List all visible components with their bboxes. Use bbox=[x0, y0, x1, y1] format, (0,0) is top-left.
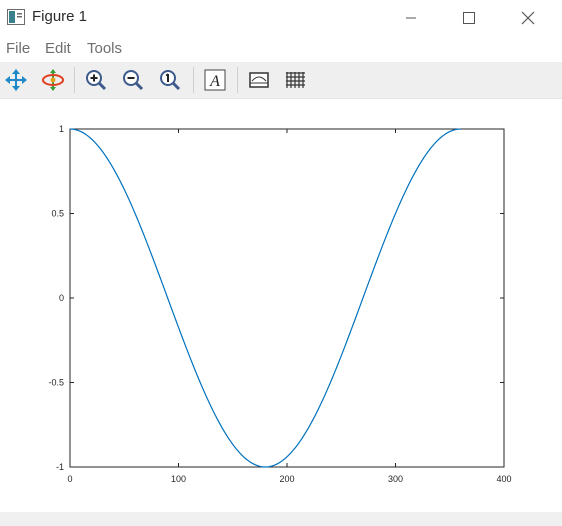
menu-tools[interactable]: Tools bbox=[87, 40, 122, 57]
axes-box bbox=[69, 128, 505, 468]
y-tick-label: 0 bbox=[59, 293, 64, 303]
rotate-button[interactable] bbox=[38, 65, 68, 95]
figure-toolbar: A bbox=[0, 62, 562, 99]
grid-icon bbox=[286, 72, 305, 88]
menu-bar: File Edit Tools bbox=[0, 37, 562, 61]
toolbar-separator bbox=[237, 67, 238, 93]
title-bar: Figure 1 bbox=[0, 0, 562, 35]
zoom-auto-button[interactable] bbox=[155, 65, 185, 95]
zoom-in-icon bbox=[86, 70, 107, 91]
axes-icon bbox=[249, 72, 269, 88]
x-tick-label: 0 bbox=[67, 474, 72, 484]
x-tick-label: 200 bbox=[279, 474, 294, 484]
rotate-icon bbox=[42, 69, 64, 91]
toggle-axes-button[interactable] bbox=[244, 65, 274, 95]
maximize-button[interactable] bbox=[446, 0, 492, 35]
x-tick-label: 300 bbox=[388, 474, 403, 484]
maximize-icon bbox=[463, 11, 475, 24]
close-button[interactable] bbox=[505, 0, 551, 35]
y-tick-label: -0.5 bbox=[48, 378, 64, 388]
menu-file[interactable]: File bbox=[6, 40, 30, 57]
minimize-icon bbox=[406, 17, 416, 18]
figure-canvas[interactable]: 0 100 200 300 400 1 0.5 0 -0.5 -1 bbox=[0, 99, 562, 512]
cosine-chart[interactable]: 0 100 200 300 400 1 0.5 0 -0.5 -1 bbox=[0, 99, 562, 512]
window-title: Figure 1 bbox=[32, 8, 88, 25]
y-tick-label: 0.5 bbox=[51, 209, 64, 219]
toolbar-separator bbox=[193, 67, 194, 93]
zoom-out-icon bbox=[123, 70, 144, 91]
insert-text-button[interactable]: A bbox=[200, 65, 230, 95]
zoom-in-button[interactable] bbox=[81, 65, 111, 95]
x-tick-label: 100 bbox=[171, 474, 186, 484]
zoom-auto-icon bbox=[160, 70, 181, 91]
y-tick-label: 1 bbox=[59, 124, 64, 134]
y-tick-label: -1 bbox=[56, 462, 64, 472]
figure-window-icon bbox=[7, 9, 25, 25]
x-tick-label: 400 bbox=[496, 474, 511, 484]
menu-edit[interactable]: Edit bbox=[45, 40, 71, 57]
pan-button[interactable] bbox=[1, 65, 31, 95]
status-strip bbox=[0, 512, 562, 526]
text-icon: A bbox=[204, 69, 226, 91]
toggle-grid-button[interactable] bbox=[281, 65, 311, 95]
minimize-button[interactable] bbox=[388, 0, 434, 35]
toolbar-separator bbox=[74, 67, 75, 93]
svg-text:A: A bbox=[209, 73, 220, 90]
pan-icon bbox=[5, 69, 27, 91]
zoom-out-button[interactable] bbox=[118, 65, 148, 95]
close-icon bbox=[521, 11, 535, 24]
